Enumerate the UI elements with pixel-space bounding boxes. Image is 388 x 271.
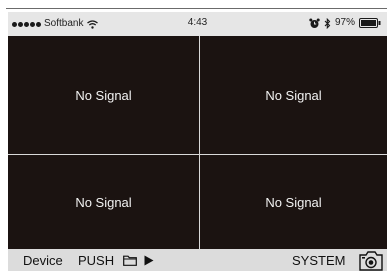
battery-percent: 97% [334, 17, 355, 28]
system-button[interactable]: SYSTEM [292, 253, 345, 268]
top-divider [6, 8, 387, 9]
camera-grid: No Signal No Signal No Signal No Signal [8, 36, 387, 249]
bluetooth-icon [324, 17, 331, 29]
device-button[interactable]: Device [23, 253, 63, 268]
alarm-clock-icon [309, 18, 320, 28]
camera-icon[interactable] [358, 250, 384, 271]
camera-view-3[interactable]: No Signal [8, 155, 199, 249]
folder-icon[interactable] [123, 255, 137, 266]
no-signal-label: No Signal [265, 194, 322, 210]
push-button[interactable]: PUSH [78, 253, 114, 268]
bottom-toolbar: Device PUSH SYSTEM [8, 249, 387, 271]
camera-view-2[interactable]: No Signal [200, 36, 387, 154]
status-bar: Softbank 4:43 97% [8, 12, 387, 36]
battery-icon [359, 18, 381, 28]
no-signal-label: No Signal [265, 87, 322, 103]
grid-divider-vertical [199, 36, 200, 249]
camera-view-4[interactable]: No Signal [200, 155, 387, 249]
play-icon[interactable] [144, 255, 154, 266]
grid-divider-horizontal [8, 154, 387, 155]
status-right: 97% [309, 17, 381, 29]
no-signal-label: No Signal [75, 194, 132, 210]
camera-view-1[interactable]: No Signal [8, 36, 199, 154]
no-signal-label: No Signal [75, 87, 132, 103]
